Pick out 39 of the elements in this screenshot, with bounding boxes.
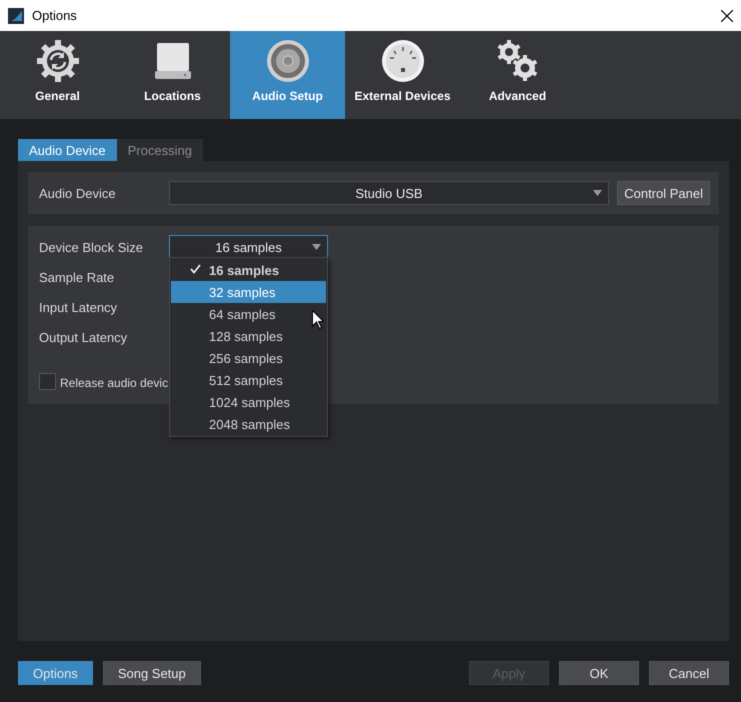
category-tab[interactable]: External Devices xyxy=(345,31,460,119)
footer-button[interactable]: Song Setup xyxy=(102,661,201,685)
gear-icon xyxy=(36,39,80,83)
category-tab[interactable]: Advanced xyxy=(460,31,575,119)
menu-option[interactable]: 512 samples xyxy=(171,369,326,391)
app-logo-icon xyxy=(8,8,24,24)
checkbox[interactable] xyxy=(39,373,56,390)
close-icon[interactable] xyxy=(721,10,733,22)
field-label: Audio Device xyxy=(39,186,117,200)
subtab[interactable]: Processing xyxy=(116,139,203,161)
setting-label: Device Block Size xyxy=(39,240,144,254)
menu-option[interactable]: 64 samples xyxy=(171,303,326,325)
menu-option[interactable]: 16 samples xyxy=(171,259,326,281)
footer-button[interactable]: OK xyxy=(559,661,639,685)
menu-option[interactable]: 32 samples xyxy=(171,281,326,303)
caret-icon xyxy=(312,244,321,250)
footer-button[interactable]: Cancel xyxy=(649,661,729,685)
setting-label: Output Latency xyxy=(39,330,128,344)
subtab[interactable]: Audio Device xyxy=(18,139,117,161)
audio-device-dropdown[interactable]: Studio USB xyxy=(169,181,609,205)
window-title: Options xyxy=(32,8,78,23)
caret-icon xyxy=(593,190,602,196)
category-tab[interactable]: General xyxy=(0,31,115,119)
menu-option[interactable]: 128 samples xyxy=(171,325,326,347)
dial-icon xyxy=(380,39,424,83)
setting-label: Input Latency xyxy=(39,300,118,314)
speaker-icon xyxy=(266,39,310,83)
menu-option[interactable]: 1024 samples xyxy=(171,391,326,413)
menu-option[interactable]: 256 samples xyxy=(171,347,326,369)
category-tab[interactable]: Audio Setup xyxy=(230,31,345,119)
checkbox-label: Release audio devic xyxy=(60,376,168,390)
control-panel-button[interactable]: Control Panel xyxy=(617,181,710,205)
category-tab[interactable]: Locations xyxy=(115,31,230,119)
gears-icon xyxy=(496,39,540,83)
setting-label: Sample Rate xyxy=(39,270,116,284)
check-icon xyxy=(190,264,201,274)
cursor-icon xyxy=(312,310,324,329)
menu-option[interactable]: 2048 samples xyxy=(171,413,326,435)
block-size-dropdown[interactable]: 16 samples xyxy=(169,235,328,259)
